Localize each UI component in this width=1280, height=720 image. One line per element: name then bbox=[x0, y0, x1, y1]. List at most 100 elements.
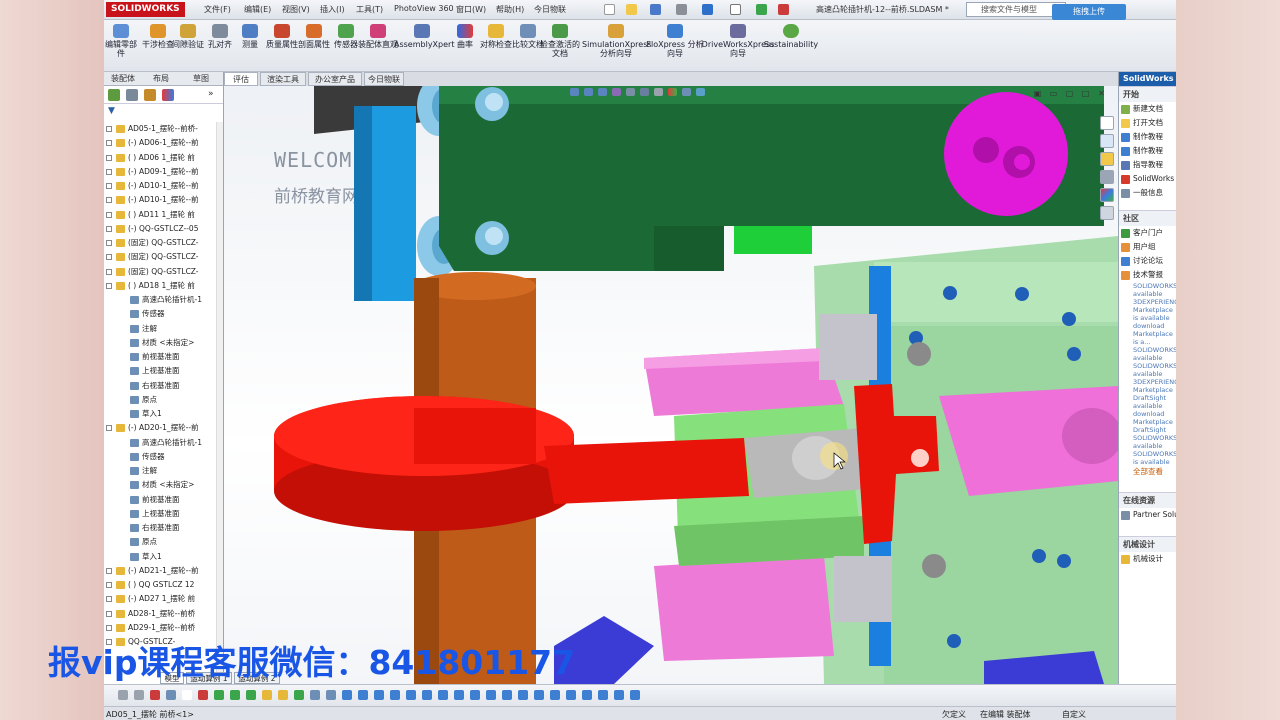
community-item[interactable]: 客户门户 bbox=[1119, 226, 1176, 240]
filter-icon[interactable]: ▼ bbox=[108, 106, 124, 118]
start-item[interactable]: 一般信息 bbox=[1119, 186, 1176, 200]
tree-item[interactable]: 传感器 bbox=[104, 307, 224, 321]
design-library-tab-icon[interactable] bbox=[1100, 134, 1114, 148]
search-input[interactable]: 搜索文件与模型 bbox=[966, 2, 1066, 17]
expand-toggle-icon[interactable] bbox=[106, 211, 112, 218]
tree-item[interactable]: (-) AD27 1_摆轮 前 bbox=[104, 592, 224, 606]
news-line[interactable]: download bbox=[1119, 410, 1176, 418]
news-line[interactable]: DraftSight bbox=[1119, 426, 1176, 434]
zoom-fit-icon[interactable] bbox=[570, 88, 579, 96]
news-line[interactable]: available bbox=[1119, 442, 1176, 450]
sketch-tool-icon[interactable] bbox=[262, 690, 272, 700]
expand-toggle-icon[interactable] bbox=[106, 567, 112, 574]
menu-edit[interactable]: 编辑(E) bbox=[244, 4, 271, 15]
tree-item[interactable]: (固定) QQ-GSTLCZ- bbox=[104, 265, 224, 279]
view-settings-icon[interactable] bbox=[696, 88, 705, 96]
sketch-tool-icon[interactable] bbox=[390, 690, 400, 700]
news-line[interactable]: Marketplace bbox=[1119, 306, 1176, 314]
news-line[interactable]: is available bbox=[1119, 314, 1176, 322]
sketch-tool-icon[interactable] bbox=[534, 690, 544, 700]
viewport-restore-icon[interactable]: ▣ bbox=[1032, 88, 1043, 99]
sketch-tool-icon[interactable] bbox=[566, 690, 576, 700]
view-palette-tab-icon[interactable] bbox=[1100, 170, 1114, 184]
news-line[interactable]: is a... bbox=[1119, 338, 1176, 346]
tree-item[interactable]: 高速凸轮插针机-1 bbox=[104, 293, 224, 307]
tree-item[interactable]: 原点 bbox=[104, 393, 224, 407]
configuration-manager-icon[interactable] bbox=[144, 89, 156, 101]
floxpress-button[interactable]: FloXpress 分析向导 bbox=[644, 24, 706, 58]
menu-insert[interactable]: 插入(I) bbox=[320, 4, 345, 15]
options-icon[interactable] bbox=[778, 4, 789, 15]
tree-item[interactable]: 注解 bbox=[104, 464, 224, 478]
sketch-tool-icon[interactable] bbox=[294, 690, 304, 700]
expand-toggle-icon[interactable] bbox=[106, 197, 112, 204]
expand-arrows-icon[interactable]: » bbox=[208, 89, 218, 101]
start-item[interactable]: SolidWorks bbox=[1119, 172, 1176, 186]
tree-item[interactable]: 材质 <未指定> bbox=[104, 478, 224, 492]
expand-toggle-icon[interactable] bbox=[106, 154, 112, 161]
news-line[interactable]: SOLIDWORKS bbox=[1119, 362, 1176, 370]
graphics-viewport[interactable]: WELCOM 前桥教育网 ▣ ▭ ▢ □ ✕ bbox=[224, 86, 1118, 684]
news-line[interactable]: SOLIDWORKS bbox=[1119, 450, 1176, 458]
new-document-icon[interactable] bbox=[604, 4, 615, 15]
sketch-tool-icon[interactable] bbox=[374, 690, 384, 700]
sketch-tool-icon[interactable] bbox=[614, 690, 624, 700]
news-line[interactable]: SOLIDWORKS bbox=[1119, 282, 1176, 290]
sketch-tool-icon[interactable] bbox=[454, 690, 464, 700]
scene-icon[interactable] bbox=[682, 88, 691, 96]
sketch-tool-icon[interactable] bbox=[342, 690, 352, 700]
viewport-maximize-icon[interactable]: □ bbox=[1080, 88, 1091, 99]
news-line[interactable]: 3DEXPERIENCE bbox=[1119, 378, 1176, 386]
sketch-tool-icon[interactable] bbox=[630, 690, 640, 700]
sketch-tool-icon[interactable] bbox=[166, 690, 176, 700]
tree-item[interactable]: (固定) QQ-GSTLCZ- bbox=[104, 250, 224, 264]
tree-item[interactable]: (-) AD09-1_摆轮--前 bbox=[104, 165, 224, 179]
news-line[interactable]: available bbox=[1119, 402, 1176, 410]
rebuild-icon[interactable] bbox=[756, 4, 767, 15]
tree-item[interactable]: 草入1 bbox=[104, 407, 224, 421]
news-line[interactable]: Marketplace bbox=[1119, 418, 1176, 426]
tree-item[interactable]: (固定) QQ-GSTLCZ- bbox=[104, 236, 224, 250]
select-arrow-icon[interactable] bbox=[730, 4, 741, 15]
sketch-tool-icon[interactable] bbox=[214, 690, 224, 700]
viewport-tile-icon[interactable]: ▢ bbox=[1064, 88, 1075, 99]
sketch-tool-icon[interactable] bbox=[406, 690, 416, 700]
expand-toggle-icon[interactable] bbox=[106, 254, 112, 261]
previous-view-icon[interactable] bbox=[598, 88, 607, 96]
news-line[interactable]: available bbox=[1119, 354, 1176, 362]
status-units[interactable]: 自定义 bbox=[1062, 709, 1086, 720]
tree-item[interactable]: (-) AD10-1_摆轮--前 bbox=[104, 193, 224, 207]
display-style-icon[interactable] bbox=[640, 88, 649, 96]
sketch-tool-icon[interactable] bbox=[438, 690, 448, 700]
sketch-tool-icon[interactable] bbox=[230, 690, 240, 700]
save-icon[interactable] bbox=[650, 4, 661, 15]
tree-item[interactable]: 原点 bbox=[104, 535, 224, 549]
section-view-icon[interactable] bbox=[612, 88, 621, 96]
assemblyxpert-button[interactable]: AssemblyXpert bbox=[394, 24, 454, 49]
check-active-document-button[interactable]: 检查激活的文档 bbox=[540, 24, 580, 58]
sketch-tool-icon[interactable] bbox=[198, 690, 208, 700]
start-item[interactable]: 打开文档 bbox=[1119, 116, 1176, 130]
tree-item[interactable]: AD29-1_摆轮--前桥 bbox=[104, 621, 224, 635]
tree-item[interactable]: ( ) AD18 1_摆轮 前 bbox=[104, 279, 224, 293]
tree-scrollbar[interactable] bbox=[216, 122, 223, 682]
tree-item[interactable]: ( ) QQ GSTLCZ 12 bbox=[104, 578, 224, 592]
news-line[interactable]: SOLIDWORKS bbox=[1119, 434, 1176, 442]
tab-render-tools[interactable]: 渲染工具 bbox=[260, 72, 306, 86]
tab-office-products[interactable]: 办公室产品 bbox=[308, 72, 362, 86]
tree-item[interactable]: (-) QQ-GSTLCZ--05 bbox=[104, 222, 224, 236]
tree-item[interactable]: 上视基准面 bbox=[104, 507, 224, 521]
viewport-minimize-icon[interactable]: ▭ bbox=[1048, 88, 1059, 99]
sketch-tool-icon[interactable] bbox=[134, 690, 144, 700]
assembly-visualization-button[interactable]: 装配体直观 bbox=[358, 24, 398, 49]
tree-item[interactable]: 材质 <未指定> bbox=[104, 336, 224, 350]
tab-today[interactable]: 今日物联 bbox=[364, 72, 404, 86]
property-manager-icon[interactable] bbox=[126, 89, 138, 101]
start-item[interactable]: 新建文档 bbox=[1119, 102, 1176, 116]
news-line[interactable]: 3DEXPERIENCE bbox=[1119, 298, 1176, 306]
appearance-icon[interactable] bbox=[668, 88, 677, 96]
sketch-tool-icon[interactable] bbox=[358, 690, 368, 700]
tree-item[interactable]: 注解 bbox=[104, 322, 224, 336]
feature-tree-icon[interactable] bbox=[108, 89, 120, 101]
sketch-tool-icon[interactable] bbox=[598, 690, 608, 700]
